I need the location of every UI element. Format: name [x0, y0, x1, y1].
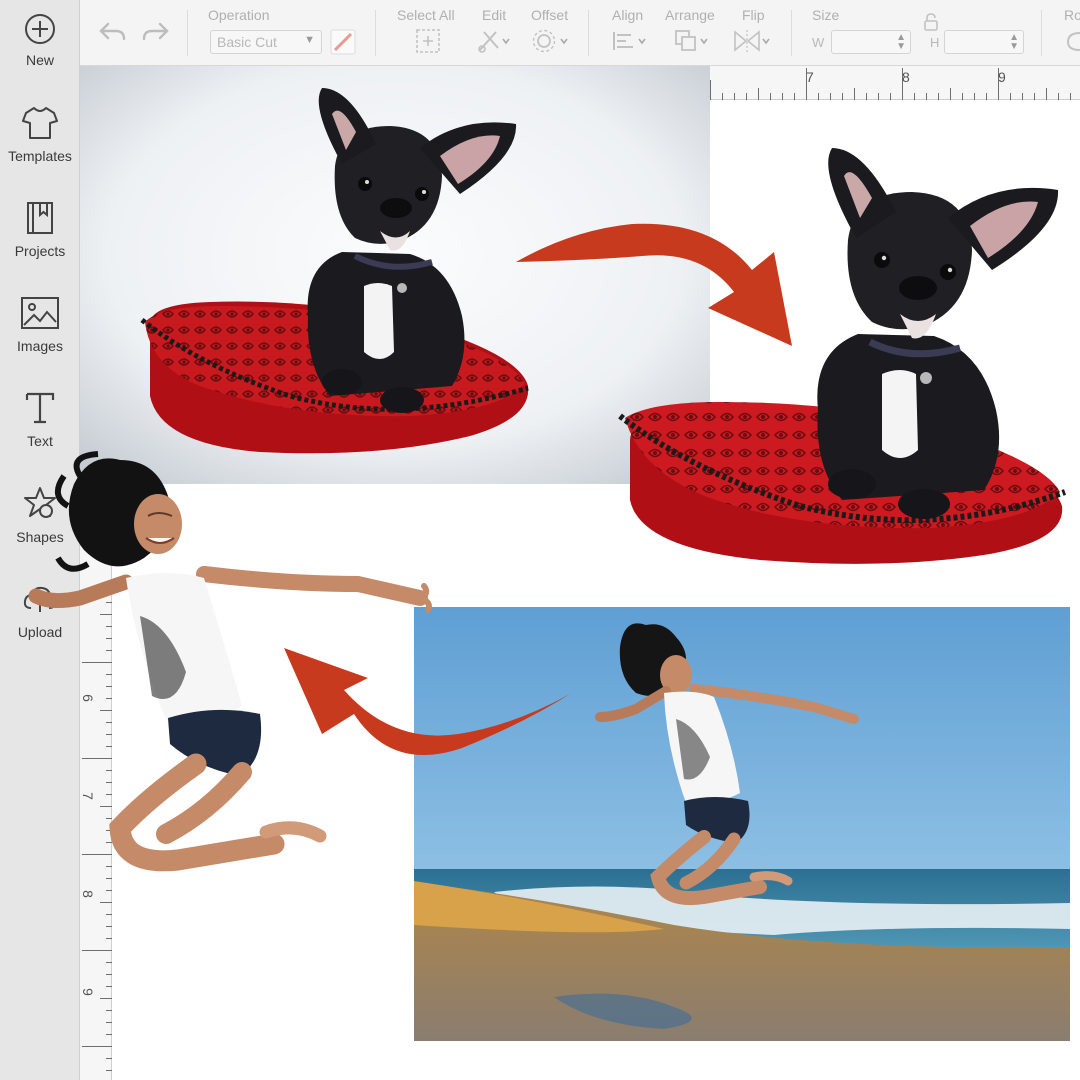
width-input[interactable]: ▲ ▼ [831, 30, 911, 54]
chevron-down-icon: ▼ [304, 34, 315, 46]
redo-icon[interactable] [140, 20, 170, 44]
height-letter: H [930, 35, 940, 50]
ruler-number: 8 [902, 69, 910, 85]
ruler-number: 8 [79, 890, 96, 898]
image-icon [21, 297, 59, 329]
edit-scissors-icon[interactable] [476, 28, 512, 54]
ruler-ticks [710, 68, 1071, 100]
text-t-icon [25, 392, 55, 424]
stepper-arrows-icon[interactable]: ▲ ▼ [1009, 33, 1019, 52]
top-toolbar: Operation Basic Cut ▼ Select All Edit Of… [80, 0, 1080, 66]
ruler-number: 7 [806, 69, 814, 85]
arrange-label: Arrange [665, 7, 715, 23]
height-input[interactable]: ▲ ▼ [944, 30, 1024, 54]
sidebar-item-label: Images [17, 338, 63, 354]
bookmark-book-icon [27, 202, 53, 234]
sidebar-item-label: New [25, 52, 54, 68]
offset-icon[interactable] [532, 28, 572, 54]
arrange-icon[interactable] [673, 28, 713, 54]
operation-select[interactable]: Basic Cut ▼ [210, 30, 322, 54]
rotate-icon[interactable] [1064, 30, 1080, 52]
offset-label: Offset [531, 7, 569, 23]
operation-value: Basic Cut [217, 34, 277, 50]
stepper-arrows-icon[interactable]: ▲ ▼ [896, 33, 906, 52]
lock-icon[interactable] [922, 12, 940, 32]
undo-icon[interactable] [98, 20, 128, 44]
sidebar-item-new[interactable]: New [0, 12, 80, 100]
toolbar-divider [588, 10, 589, 56]
sidebar-item-label: Templates [8, 148, 72, 164]
sidebar-item-label: Projects [14, 243, 66, 259]
toolbar-divider [375, 10, 376, 56]
align-icon[interactable] [611, 29, 651, 53]
sidebar-item-templates[interactable]: Templates [0, 104, 80, 192]
plus-circle-icon [25, 14, 55, 44]
ruler-number: 9 [79, 988, 96, 996]
sidebar-item-images[interactable]: Images [0, 294, 80, 382]
flip-label: Flip [742, 7, 765, 23]
red-arrow-left-icon [284, 648, 570, 756]
toolbar-divider [187, 10, 188, 56]
tshirt-icon [22, 107, 58, 139]
ruler-number: 9 [998, 69, 1006, 85]
red-arrow-right-icon [516, 223, 792, 346]
rotate-label: Ro [1064, 7, 1080, 23]
toolbar-divider [791, 10, 792, 56]
edit-label: Edit [482, 7, 507, 23]
operation-label: Operation [208, 7, 270, 23]
toolbar-divider [1041, 10, 1042, 56]
linetype-color-swatch[interactable] [330, 29, 356, 55]
sidebar-item-projects[interactable]: Projects [0, 199, 80, 287]
select-all-label: Select All [397, 7, 455, 23]
select-all-icon[interactable] [415, 28, 441, 54]
width-letter: W [812, 35, 825, 50]
size-label: Size [812, 7, 840, 23]
top-ruler: 7 8 9 [710, 66, 1080, 100]
align-label: Align [612, 7, 644, 23]
flip-icon[interactable] [732, 28, 774, 54]
